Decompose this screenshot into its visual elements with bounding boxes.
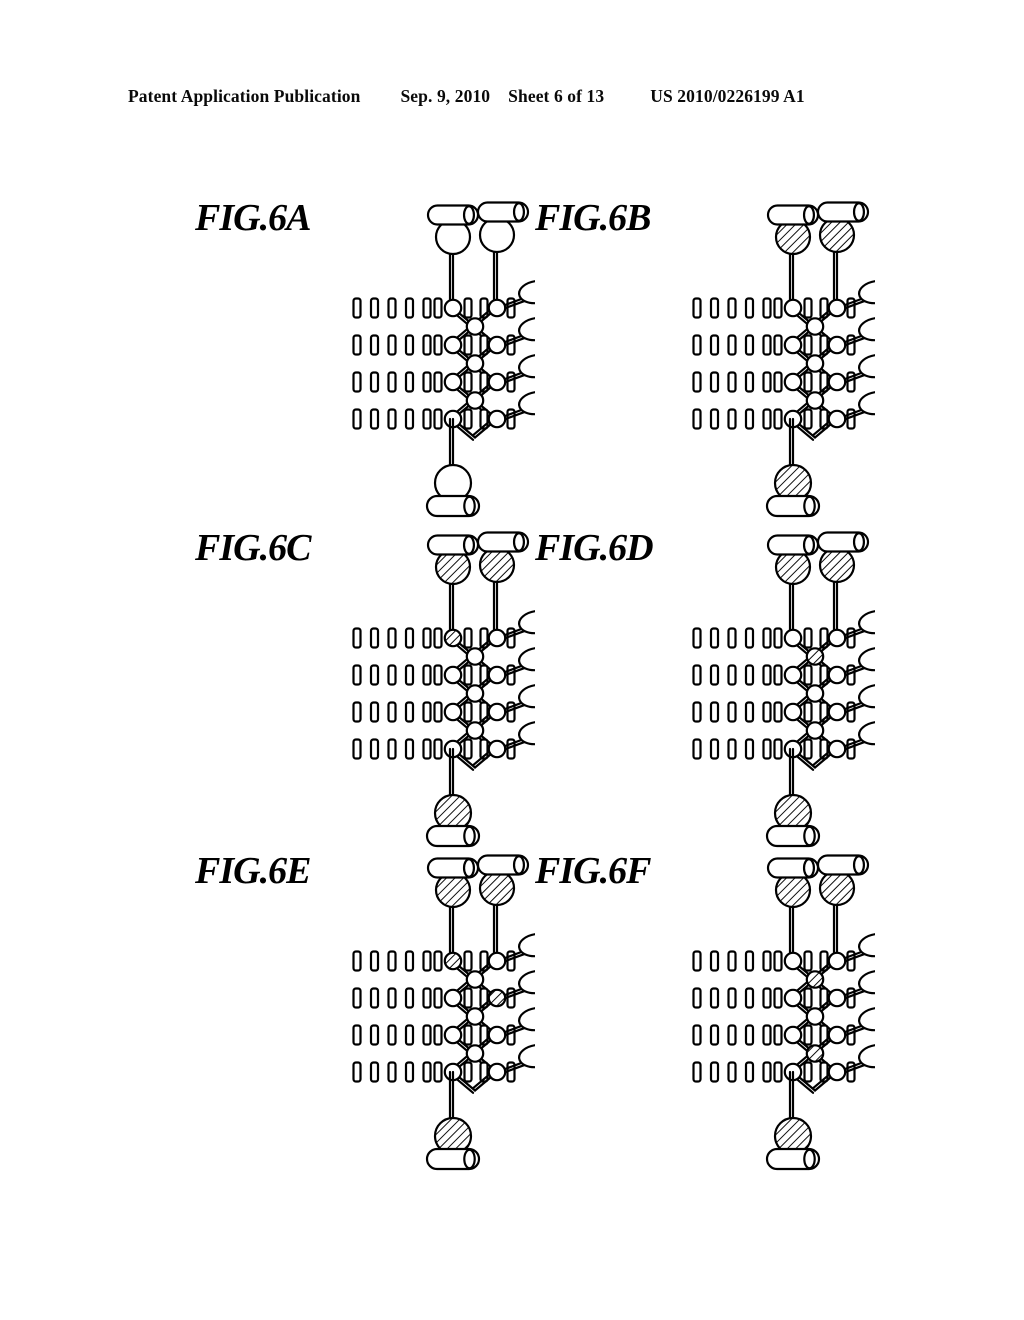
header-patent-number: US 2010/0226199 A1 (650, 86, 805, 106)
header-publication: Patent Application Publication (128, 86, 361, 106)
header-date: Sep. 9, 2010 (400, 86, 491, 106)
figure-6e: FIG.6E (195, 843, 535, 1173)
figure-6c-artwork (345, 520, 535, 850)
figure-6b: FIG.6B (535, 190, 875, 520)
patent-drawing-page: Patent Application Publication Sep. 9, 2… (0, 0, 1024, 1320)
figure-6a-artwork (345, 190, 535, 520)
figure-6a: FIG.6A (195, 190, 535, 520)
figure-6e-artwork (345, 843, 535, 1173)
figure-6d: FIG.6D (535, 520, 875, 850)
figure-6f: FIG.6F (535, 843, 875, 1173)
figure-6b-artwork (685, 190, 875, 520)
figure-6c: FIG.6C (195, 520, 535, 850)
figure-6f-artwork (685, 843, 875, 1173)
page-header: Patent Application Publication Sep. 9, 2… (128, 86, 896, 112)
figure-6d-artwork (685, 520, 875, 850)
header-sheet: Sheet 6 of 13 (508, 86, 605, 106)
